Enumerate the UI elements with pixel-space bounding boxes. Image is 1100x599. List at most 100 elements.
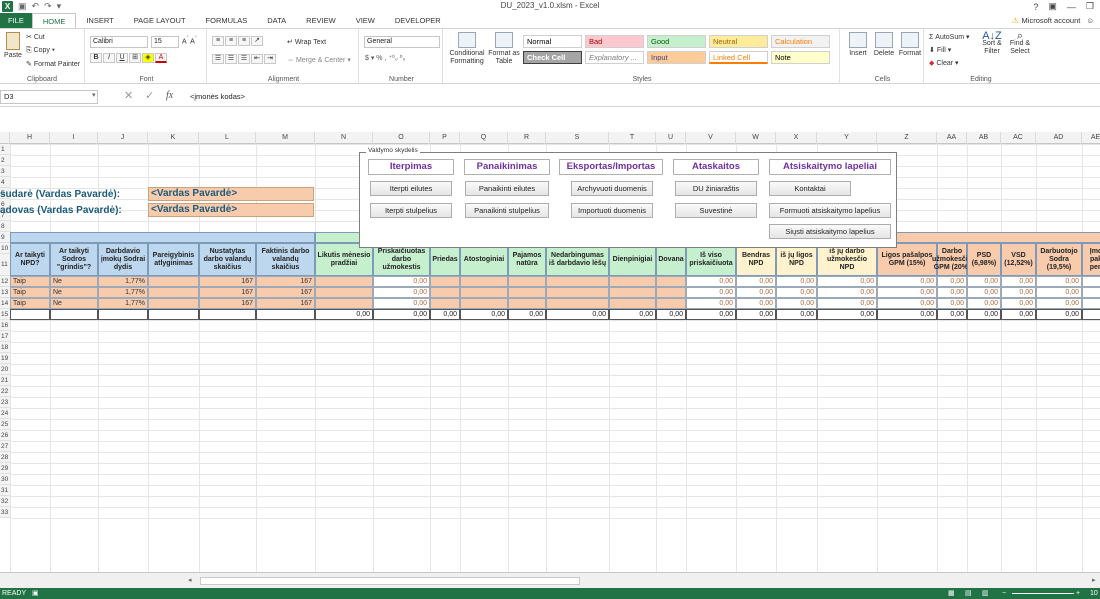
- insert-cells-button[interactable]: Insert: [846, 32, 870, 58]
- tab-page-layout[interactable]: PAGE LAYOUT: [124, 13, 196, 28]
- row-header[interactable]: 12: [0, 276, 10, 287]
- tab-review[interactable]: REVIEW: [296, 13, 346, 28]
- send-payslips-button[interactable]: Siųsti atsiskaitymo lapelius: [769, 224, 891, 239]
- row-header[interactable]: 16: [0, 320, 10, 331]
- table-cell[interactable]: [1082, 287, 1100, 298]
- table-cell[interactable]: Taip: [10, 298, 50, 309]
- account-menu[interactable]: ⚠ Microsoft account ☺: [1012, 16, 1094, 25]
- tab-file[interactable]: FILE: [0, 13, 32, 28]
- align-right-icon[interactable]: ☰: [238, 54, 250, 64]
- table-cell[interactable]: [609, 298, 656, 309]
- row-header[interactable]: 8: [0, 221, 10, 232]
- table-cell[interactable]: 0,00: [1001, 298, 1036, 309]
- table-cell[interactable]: 0,00: [817, 276, 877, 287]
- row-header[interactable]: 15: [0, 309, 10, 320]
- table-cell[interactable]: 0,00: [1036, 298, 1082, 309]
- column-header[interactable]: V: [686, 132, 736, 144]
- table-cell[interactable]: [430, 276, 460, 287]
- find-select-button[interactable]: ⌕ Find & Select: [1006, 31, 1034, 56]
- tab-formulas[interactable]: FORMULAS: [196, 13, 258, 28]
- cell-style-item[interactable]: Explanatory ...: [585, 51, 644, 64]
- merge-center-button[interactable]: ⇔ Merge & Center ▾: [287, 56, 351, 64]
- insert-rows-button[interactable]: Iterpti eilutes: [370, 181, 452, 196]
- table-cell[interactable]: 0,00: [937, 276, 967, 287]
- table-cell[interactable]: 0,00: [776, 276, 817, 287]
- name-box[interactable]: D3: [0, 90, 98, 104]
- row-header[interactable]: 3: [0, 166, 10, 177]
- row-header[interactable]: 29: [0, 463, 10, 474]
- italic-icon[interactable]: I: [103, 53, 115, 63]
- align-middle-icon[interactable]: ≡: [225, 36, 237, 46]
- wrap-text-button[interactable]: ↵ Wrap Text: [287, 38, 326, 46]
- format-as-table-button[interactable]: Format as Table: [487, 32, 521, 66]
- table-cell[interactable]: Ne: [50, 298, 98, 309]
- enter-icon[interactable]: ✓: [145, 89, 154, 102]
- delete-columns-button[interactable]: Panaikinti stulpelius: [465, 203, 549, 218]
- table-cell[interactable]: 0,00: [1001, 287, 1036, 298]
- table-cell[interactable]: [430, 287, 460, 298]
- column-header[interactable]: H: [10, 132, 50, 144]
- spreadsheet-grid[interactable]: H I J K L M N O P Q R S T U V W X Y Z AA AB AC AD AE 1234567891…: [0, 132, 1100, 572]
- table-cell[interactable]: [1082, 298, 1100, 309]
- tab-home[interactable]: HOME: [31, 12, 77, 29]
- font-color-icon[interactable]: A: [155, 53, 167, 63]
- table-cell[interactable]: 0,00: [736, 276, 776, 287]
- table-cell[interactable]: 1,77%: [98, 298, 148, 309]
- table-cell[interactable]: 0,00: [817, 298, 877, 309]
- table-cell[interactable]: [315, 276, 373, 287]
- payroll-report-button[interactable]: DU žiniaraštis: [675, 181, 757, 196]
- table-cell[interactable]: [656, 276, 686, 287]
- table-cell[interactable]: 0,00: [373, 298, 430, 309]
- column-header[interactable]: Q: [460, 132, 508, 144]
- row-header[interactable]: 11: [0, 254, 10, 276]
- bold-icon[interactable]: B: [90, 53, 102, 63]
- table-cell[interactable]: 167: [256, 298, 315, 309]
- table-cell[interactable]: 0,00: [967, 276, 1001, 287]
- row-header[interactable]: 19: [0, 353, 10, 364]
- zoom-level[interactable]: 10: [1090, 588, 1098, 599]
- normal-view-icon[interactable]: ▦: [948, 588, 955, 599]
- tab-insert[interactable]: INSERT: [76, 13, 123, 28]
- restore-icon[interactable]: ❐: [1086, 1, 1094, 12]
- column-header[interactable]: U: [656, 132, 686, 144]
- row-header[interactable]: 20: [0, 364, 10, 375]
- column-header[interactable]: M: [256, 132, 315, 144]
- page-break-view-icon[interactable]: ▥: [982, 588, 989, 599]
- page-layout-view-icon[interactable]: ▤: [965, 588, 972, 599]
- grow-font-icon[interactable]: Aˆ Aˇ: [182, 36, 197, 45]
- cell-style-item[interactable]: Check Cell: [523, 51, 582, 64]
- table-cell[interactable]: [508, 276, 546, 287]
- row-header[interactable]: 28: [0, 452, 10, 463]
- ribbon-display-icon[interactable]: ▣: [1048, 1, 1057, 12]
- generate-payslips-button[interactable]: Formuoti atsiskaitymo lapelius: [769, 203, 891, 218]
- table-cell[interactable]: [546, 298, 609, 309]
- autosum-button[interactable]: Σ AutoSum ▾: [929, 33, 970, 41]
- tab-view[interactable]: VIEW: [346, 13, 385, 28]
- column-header[interactable]: O: [373, 132, 430, 144]
- decrease-indent-icon[interactable]: ⇤: [251, 54, 263, 64]
- horizontal-scrollbar[interactable]: [200, 577, 580, 585]
- table-cell[interactable]: [148, 287, 199, 298]
- delete-rows-button[interactable]: Panaikinti eilutes: [465, 181, 549, 196]
- formula-input[interactable]: <įmonės kodas>: [190, 92, 245, 101]
- table-cell[interactable]: 0,00: [1036, 287, 1082, 298]
- format-cells-button[interactable]: Format: [897, 32, 923, 58]
- fill-button[interactable]: ⬇ Fill ▾: [929, 46, 951, 54]
- zoom-slider[interactable]: [1012, 593, 1074, 594]
- prepared-by-value[interactable]: <Vardas Pavardė>: [148, 187, 314, 201]
- table-cell[interactable]: 0,00: [373, 276, 430, 287]
- row-header[interactable]: 25: [0, 419, 10, 430]
- conditional-formatting-button[interactable]: Conditional Formatting: [447, 32, 487, 66]
- copy-button[interactable]: ⎘ Copy ▾: [26, 47, 55, 55]
- row-header[interactable]: 4: [0, 177, 10, 188]
- cell-style-item[interactable]: Linked Cell: [709, 51, 768, 64]
- table-cell[interactable]: [609, 276, 656, 287]
- sort-filter-button[interactable]: A↓Z Sort & Filter: [978, 31, 1006, 56]
- table-cell[interactable]: [460, 287, 508, 298]
- row-header[interactable]: 27: [0, 441, 10, 452]
- table-cell[interactable]: 1,77%: [98, 287, 148, 298]
- table-cell[interactable]: 0,00: [686, 298, 736, 309]
- cancel-icon[interactable]: ✕: [124, 89, 133, 102]
- table-cell[interactable]: 0,00: [373, 287, 430, 298]
- column-header[interactable]: Y: [817, 132, 877, 144]
